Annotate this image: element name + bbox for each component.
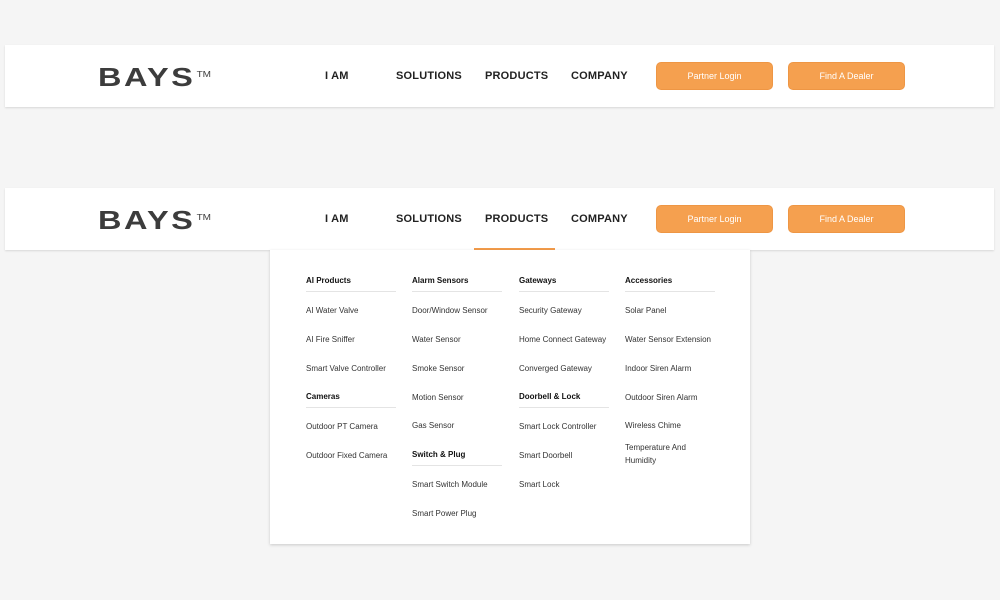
menu-heading-doorbell-lock: Doorbell & Lock [519, 391, 609, 408]
menu-item-water-sensor[interactable]: Water Sensor [412, 334, 461, 346]
partner-login-button[interactable]: Partner Login [656, 205, 773, 233]
partner-login-button[interactable]: Partner Login [656, 62, 773, 90]
products-mega-menu: AI Products AI Water Valve AI Fire Sniff… [270, 250, 750, 544]
menu-item-security-gateway[interactable]: Security Gateway [519, 305, 582, 317]
menu-item-smart-valve-controller[interactable]: Smart Valve Controller [306, 363, 386, 375]
menu-item-outdoor-pt-camera[interactable]: Outdoor PT Camera [306, 421, 378, 433]
menu-heading-accessories: Accessories [625, 275, 715, 292]
menu-item-ai-fire-sniffer[interactable]: AI Fire Sniffer [306, 334, 355, 346]
nav-solutions[interactable]: SOLUTIONS [396, 69, 462, 83]
menu-item-temperature-humidity[interactable]: Temperature And Humidity [625, 441, 705, 467]
menu-item-water-sensor-extension[interactable]: Water Sensor Extension [625, 334, 711, 346]
menu-item-converged-gateway[interactable]: Converged Gateway [519, 363, 592, 375]
nav-i-am[interactable]: I AM [325, 69, 349, 83]
menu-item-home-connect-gateway[interactable]: Home Connect Gateway [519, 334, 606, 346]
menu-item-smart-switch-module[interactable]: Smart Switch Module [412, 479, 488, 491]
menu-item-smoke-sensor[interactable]: Smoke Sensor [412, 363, 464, 375]
menu-item-ai-water-valve[interactable]: AI Water Valve [306, 305, 358, 317]
menu-item-wireless-chime[interactable]: Wireless Chime [625, 420, 681, 432]
menu-item-solar-panel[interactable]: Solar Panel [625, 305, 666, 317]
menu-item-motion-sensor[interactable]: Motion Sensor [412, 392, 464, 404]
menu-heading-switch-plug: Switch & Plug [412, 449, 502, 466]
find-a-dealer-button[interactable]: Find A Dealer [788, 205, 905, 233]
bays-logo[interactable]: BAYSTM [98, 64, 211, 90]
menu-heading-alarm-sensors: Alarm Sensors [412, 275, 502, 292]
nav-products[interactable]: PRODUCTS [485, 69, 548, 83]
menu-item-smart-power-plug[interactable]: Smart Power Plug [412, 508, 476, 520]
menu-item-indoor-siren-alarm[interactable]: Indoor Siren Alarm [625, 363, 691, 375]
menu-item-outdoor-fixed-camera[interactable]: Outdoor Fixed Camera [306, 450, 387, 462]
nav-products-active[interactable]: PRODUCTS [485, 212, 548, 226]
menu-item-gas-sensor[interactable]: Gas Sensor [412, 420, 454, 432]
header-bar-products-open: BAYSTM I AM SOLUTIONS PRODUCTS COMPANY P… [5, 188, 994, 250]
menu-item-smart-lock[interactable]: Smart Lock [519, 479, 559, 491]
menu-heading-cameras: Cameras [306, 391, 396, 408]
menu-item-outdoor-siren-alarm[interactable]: Outdoor Siren Alarm [625, 392, 697, 404]
header-bar-default: BAYSTM I AM SOLUTIONS PRODUCTS COMPANY P… [5, 45, 994, 107]
menu-item-door-window-sensor[interactable]: Door/Window Sensor [412, 305, 488, 317]
menu-heading-gateways: Gateways [519, 275, 609, 292]
nav-i-am[interactable]: I AM [325, 212, 349, 226]
nav-company[interactable]: COMPANY [571, 69, 628, 83]
nav-solutions[interactable]: SOLUTIONS [396, 212, 462, 226]
menu-item-smart-doorbell[interactable]: Smart Doorbell [519, 450, 572, 462]
find-a-dealer-button[interactable]: Find A Dealer [788, 62, 905, 90]
bays-logo[interactable]: BAYSTM [98, 207, 211, 233]
nav-company[interactable]: COMPANY [571, 212, 628, 226]
menu-heading-ai-products: AI Products [306, 275, 396, 292]
menu-item-smart-lock-controller[interactable]: Smart Lock Controller [519, 421, 596, 433]
